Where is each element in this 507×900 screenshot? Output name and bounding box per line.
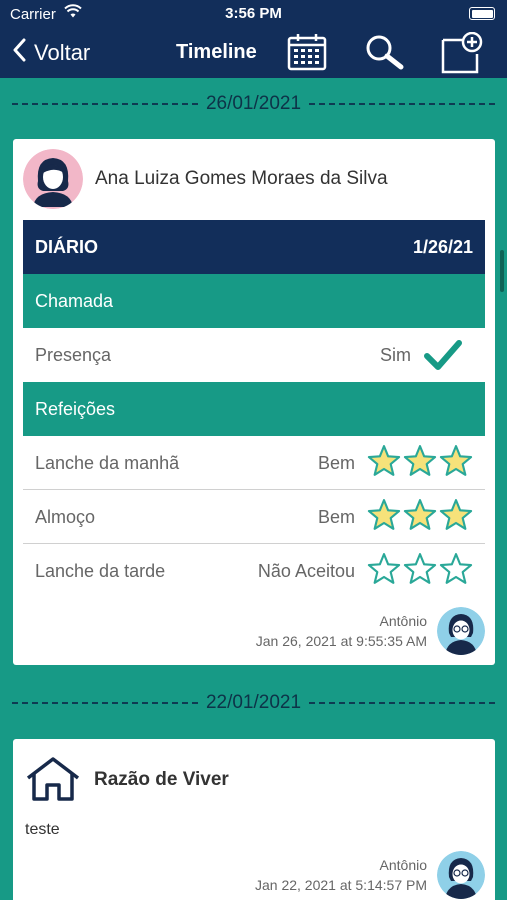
- calendar-icon[interactable]: [287, 33, 327, 76]
- star-empty-icon: [403, 553, 437, 584]
- teacher-avatar: [437, 851, 485, 899]
- check-icon: [423, 338, 463, 377]
- teacher-avatar: [437, 607, 485, 655]
- section-header-refeicoes: Refeições: [23, 382, 485, 436]
- student-name: Ana Luiza Gomes Moraes da Silva: [95, 168, 388, 189]
- meal-row: Lanche da manhã Bem: [23, 436, 485, 490]
- search-icon[interactable]: [364, 34, 404, 75]
- item-value: Sim: [380, 345, 411, 365]
- back-button-label: Voltar: [34, 39, 91, 65]
- page-title: Timeline: [176, 41, 257, 63]
- timeline-scroll[interactable]: 26/01/2021 Ana Luiza Gomes Moraes da Sil…: [0, 78, 507, 900]
- item-label: Presença: [35, 345, 112, 365]
- star-filled-icon: [403, 499, 437, 530]
- star-rating: [367, 552, 473, 586]
- section-header-chamada: Chamada: [23, 274, 485, 328]
- diary-date: 1/26/21: [412, 237, 473, 257]
- meal-row: Almoço Bem: [23, 490, 485, 544]
- status-time: 3:56 PM: [225, 5, 282, 22]
- new-post-icon[interactable]: [441, 31, 485, 79]
- item-value: Não Aceitou: [257, 561, 355, 581]
- attendance-row: Presença Sim: [23, 328, 485, 382]
- star-filled-icon: [403, 445, 437, 476]
- post-body: teste: [25, 821, 60, 838]
- chevron-left-icon: [12, 38, 26, 67]
- status-bar: Carrier 3:56 PM: [0, 0, 507, 30]
- date-separator-label: 22/01/2021: [205, 692, 302, 713]
- star-rating: [367, 444, 473, 478]
- item-label: Lanche da manhã: [35, 453, 180, 473]
- star-empty-icon: [439, 553, 473, 584]
- item-value: Bem: [317, 453, 355, 473]
- item-label: Lanche da tarde: [35, 561, 166, 581]
- item-value: Bem: [317, 507, 355, 527]
- post-timestamp: Jan 22, 2021 at 5:14:57 PM: [254, 877, 427, 893]
- diary-header: DIÁRIO 1/26/21: [23, 220, 485, 274]
- star-filled-icon: [367, 499, 401, 530]
- item-label: Almoço: [35, 507, 96, 527]
- post-timestamp: Jan 26, 2021 at 9:55:35 AM: [255, 633, 427, 649]
- post-footer: Antônio Jan 26, 2021 at 9:55:35 AM: [256, 607, 485, 655]
- star-filled-icon: [439, 445, 473, 476]
- battery-icon: [469, 7, 495, 20]
- post-card[interactable]: Razão de Viver teste Antônio Jan 22, 202…: [13, 739, 495, 900]
- star-filled-icon: [367, 445, 401, 476]
- star-filled-icon: [439, 499, 473, 530]
- scroll-indicator[interactable]: [500, 250, 504, 292]
- section-title: Chamada: [35, 291, 114, 311]
- diary-title: DIÁRIO: [35, 237, 98, 257]
- meal-row: Lanche da tarde Não Aceitou: [23, 544, 485, 598]
- diary-card[interactable]: Ana Luiza Gomes Moraes da Silva DIÁRIO 1…: [13, 139, 495, 665]
- house-icon: [25, 756, 81, 807]
- student-header: Ana Luiza Gomes Moraes da Silva: [23, 149, 388, 209]
- star-rating: [367, 498, 473, 532]
- date-separator-label: 26/01/2021: [205, 93, 302, 114]
- star-empty-icon: [367, 553, 401, 584]
- section-title: Refeições: [35, 399, 116, 419]
- date-separator: 26/01/2021: [12, 91, 495, 117]
- poster-name: Antônio: [379, 613, 427, 629]
- date-separator: 22/01/2021: [12, 690, 495, 716]
- poster-name: Antônio: [379, 857, 427, 873]
- post-title: Razão de Viver: [94, 769, 229, 790]
- navigation-bar: Voltar Timeline: [0, 30, 507, 78]
- student-avatar: [23, 149, 83, 209]
- post-footer: Antônio Jan 22, 2021 at 5:14:57 PM: [255, 851, 485, 899]
- back-button[interactable]: Voltar: [12, 38, 90, 67]
